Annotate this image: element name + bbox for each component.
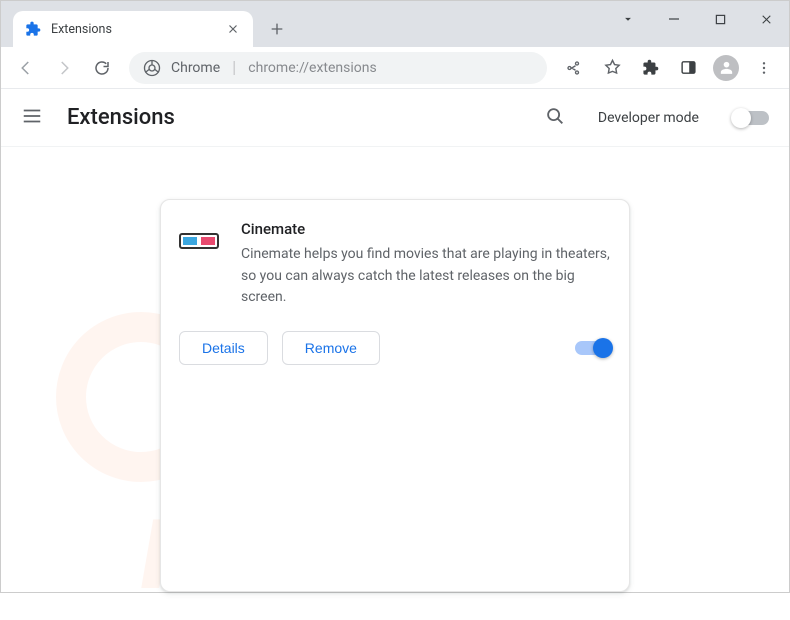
address-bar[interactable]: Chrome | chrome://extensions [129,52,547,84]
browser-window: Extensions [0,0,790,593]
extension-name: Cinemate [241,220,611,238]
toggle-knob [731,108,751,128]
window-controls [605,1,789,41]
maximize-button[interactable] [697,1,743,37]
remove-button[interactable]: Remove [282,331,380,365]
toggle-knob [593,338,613,358]
page-content: risk.com Cinemate Cinemate helps you fin… [1,147,789,592]
close-tab-icon[interactable] [225,21,241,37]
page-title: Extensions [67,105,520,130]
reload-button[interactable] [85,51,119,85]
tab-title: Extensions [51,22,215,37]
developer-mode-toggle[interactable] [733,111,769,125]
page-header: Extensions Developer mode [1,89,789,147]
developer-mode-label: Developer mode [598,110,699,126]
extensions-puzzle-icon[interactable] [633,51,667,85]
chrome-logo-icon [143,59,161,77]
extension-description: Cinemate helps you find movies that are … [241,244,611,309]
address-separator: | [232,58,236,78]
new-tab-button[interactable] [263,15,291,43]
browser-tab[interactable]: Extensions [13,11,253,47]
browser-toolbar: Chrome | chrome://extensions [1,47,789,89]
back-button[interactable] [9,51,43,85]
tab-search-icon[interactable] [605,1,651,37]
puzzle-piece-icon [25,21,41,37]
close-window-button[interactable] [743,1,789,37]
titlebar: Extensions [1,1,789,47]
search-icon[interactable] [544,105,566,131]
kebab-menu-icon[interactable] [747,51,781,85]
3d-glasses-icon [179,222,219,262]
extension-enable-toggle[interactable] [575,341,611,355]
address-path: chrome://extensions [248,60,376,76]
details-button[interactable]: Details [179,331,268,365]
minimize-button[interactable] [651,1,697,37]
address-prefix: Chrome [171,60,220,76]
hamburger-menu-icon[interactable] [21,105,43,131]
side-panel-icon[interactable] [671,51,705,85]
forward-button[interactable] [47,51,81,85]
profile-avatar[interactable] [709,51,743,85]
share-icon[interactable] [557,51,591,85]
extension-card: Cinemate Cinemate helps you find movies … [160,199,630,592]
bookmark-star-icon[interactable] [595,51,629,85]
